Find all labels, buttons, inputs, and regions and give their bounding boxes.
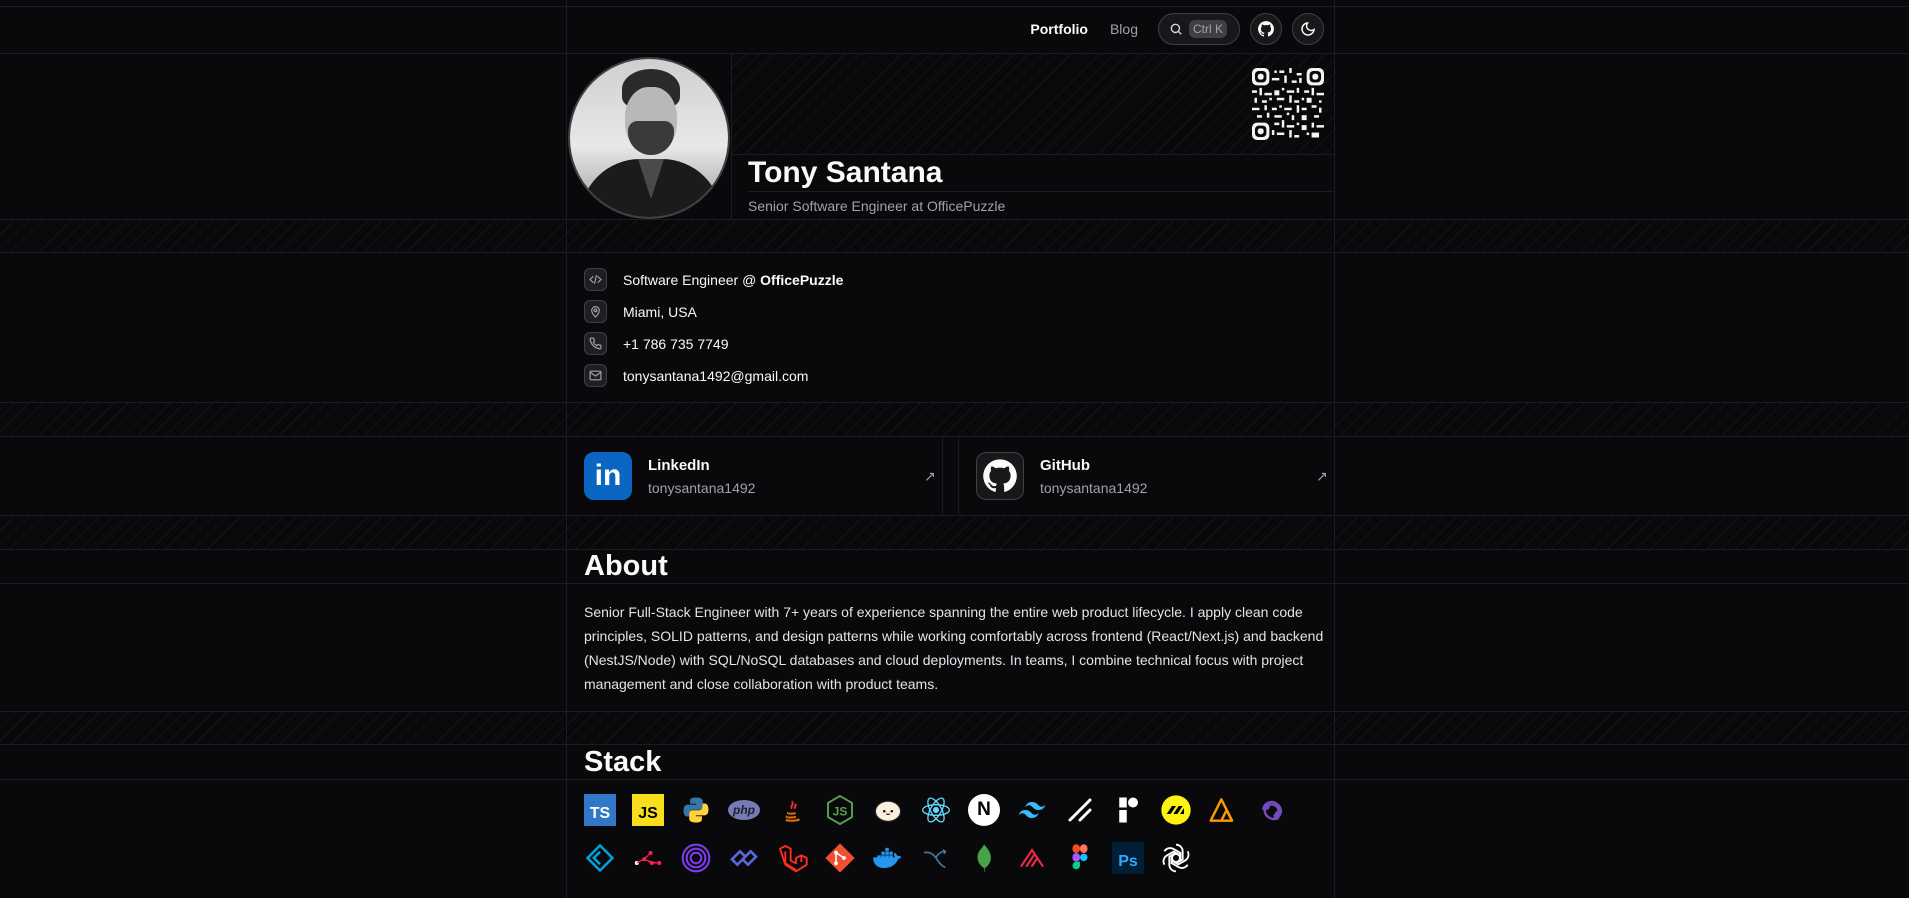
- tanstack-icon: [584, 842, 616, 874]
- grid-line: [748, 191, 1334, 192]
- info-email-text: tonysantana1492@gmail.com: [623, 367, 809, 384]
- mongodb-icon: [968, 842, 1000, 874]
- search-shortcut: Ctrl K: [1189, 20, 1227, 38]
- linkedin-icon: in: [584, 452, 632, 500]
- info-location-text: Miami, USA: [623, 303, 697, 320]
- nav-portfolio-link[interactable]: Portfolio: [1024, 21, 1094, 37]
- tailwind-icon: [1016, 794, 1048, 826]
- moon-icon: [1301, 22, 1315, 36]
- about-heading: About: [584, 550, 668, 582]
- external-link-icon: ↗: [1316, 468, 1328, 484]
- prisma-icon: [728, 842, 760, 874]
- main-column: Portfolio Blog Ctrl K Tony Santana Senio…: [566, 0, 1334, 898]
- company-link[interactable]: OfficePuzzle: [760, 272, 843, 288]
- info-phone[interactable]: +1 786 735 7749: [584, 332, 729, 355]
- github-button[interactable]: [1250, 13, 1282, 45]
- map-pin-icon: [584, 300, 607, 323]
- info-email[interactable]: tonysantana1492@gmail.com: [584, 364, 808, 387]
- laravel-icon: [776, 842, 808, 874]
- bun-icon: [872, 794, 904, 826]
- redux-icon: [1256, 794, 1288, 826]
- github-title: GitHub: [1040, 456, 1090, 474]
- profile-name: Tony Santana: [748, 156, 943, 189]
- docker-icon: [872, 842, 904, 874]
- grid-line: [1334, 0, 1335, 898]
- figma-icon: [1064, 842, 1096, 874]
- git-icon: [824, 842, 856, 874]
- javascript-icon: JS: [632, 794, 664, 826]
- info-location: Miami, USA: [584, 300, 697, 323]
- openai-icon: [1160, 842, 1192, 874]
- python-icon: [680, 794, 712, 826]
- theme-toggle-button[interactable]: [1292, 13, 1324, 45]
- grid-line: [958, 436, 959, 515]
- svg-text:JS: JS: [833, 804, 848, 818]
- info-role-text: Software Engineer @: [623, 271, 761, 288]
- php-icon: php: [728, 794, 760, 826]
- profile-title: Senior Software Engineer at OfficePuzzle: [748, 198, 1006, 214]
- socketio-icon: [680, 842, 712, 874]
- hatch-panel: [731, 54, 1334, 154]
- mail-icon: [584, 364, 607, 387]
- grid-line: [731, 154, 1334, 155]
- linkedin-handle: tonysantana1492: [648, 479, 756, 496]
- typescript-icon: TS: [584, 794, 616, 826]
- aws-amplify-icon: [1208, 794, 1240, 826]
- external-link-icon: ↗: [924, 468, 936, 484]
- info-role: Software Engineer @ OfficePuzzle: [584, 268, 843, 291]
- github-logo-icon: [976, 452, 1024, 500]
- phone-icon: [584, 332, 607, 355]
- java-icon: [776, 794, 808, 826]
- mysql-icon: [920, 842, 952, 874]
- github-handle: tonysantana1492: [1040, 479, 1148, 496]
- turborepo-icon: [632, 842, 664, 874]
- stack-grid: TS JS php JS N Ps: [584, 794, 1324, 874]
- about-text: Senior Full-Stack Engineer with 7+ years…: [584, 604, 1324, 692]
- react-icon: [920, 794, 952, 826]
- qr-code-icon: [1252, 68, 1324, 140]
- github-card[interactable]: GitHub tonysantana1492: [976, 437, 1147, 515]
- search-icon: [1170, 23, 1182, 35]
- radix-icon: [1112, 794, 1144, 826]
- nextjs-icon: N: [968, 794, 1000, 826]
- top-nav: Portfolio Blog Ctrl K: [1024, 12, 1334, 46]
- github-icon: [1258, 21, 1274, 37]
- avatar: [568, 57, 730, 219]
- shadcn-icon: [1064, 794, 1096, 826]
- photoshop-icon: Ps: [1112, 842, 1144, 874]
- nodejs-icon: JS: [824, 794, 856, 826]
- info-phone-text: +1 786 735 7749: [623, 335, 729, 352]
- nav-blog-link[interactable]: Blog: [1104, 21, 1144, 37]
- linkedin-title: LinkedIn: [648, 456, 710, 474]
- motion-icon: [1160, 794, 1192, 826]
- linkedin-card[interactable]: in LinkedIn tonysantana1492: [584, 437, 755, 515]
- search-button[interactable]: Ctrl K: [1158, 13, 1240, 45]
- code-icon: [584, 268, 607, 291]
- nestjs-icon: [1016, 842, 1048, 874]
- stack-heading: Stack: [584, 746, 662, 778]
- grid-line: [942, 436, 943, 515]
